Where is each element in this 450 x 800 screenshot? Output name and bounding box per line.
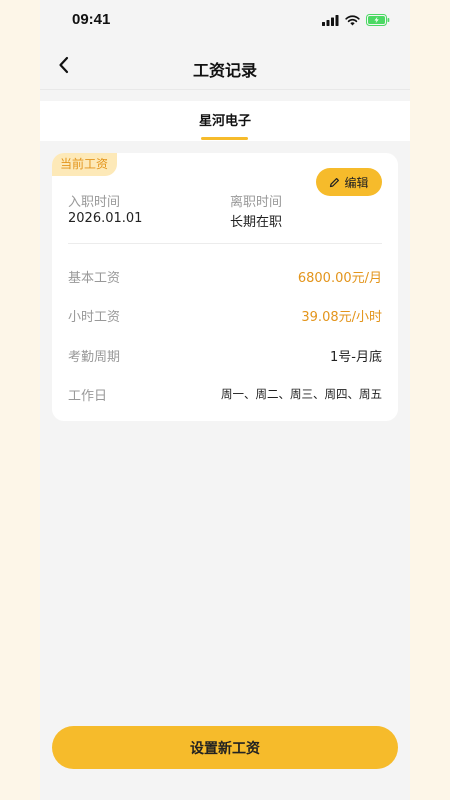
status-time: 09:41 — [72, 11, 111, 28]
leave-date-label: 离职时间 — [230, 195, 283, 210]
tab-indicator — [201, 137, 248, 140]
battery-icon — [366, 11, 390, 30]
set-new-salary-button[interactable]: 设置新工资 — [52, 726, 398, 769]
salary-row-attendance: 考勤周期 1号-月底 — [68, 345, 382, 365]
salary-row-hourly: 小时工资 39.08元/小时 — [68, 305, 382, 325]
row-value: 周一、周二、周三、周四、周五 — [221, 387, 382, 401]
page-title: 工资记录 — [192, 61, 257, 80]
pencil-icon — [330, 177, 340, 187]
row-value: 39.08元/小时 — [301, 309, 382, 325]
salary-row-base: 基本工资 6800.00元/月 — [68, 266, 382, 286]
row-label: 工作日 — [68, 388, 108, 404]
set-new-salary-label: 设置新工资 — [190, 740, 260, 757]
status-bar: 09:41 — [40, 0, 410, 40]
status-icons — [322, 13, 390, 27]
tab-company[interactable]: 星河电子 — [40, 110, 410, 129]
salary-row-workdays: 工作日 周一、周二、周三、周四、周五 — [68, 384, 382, 404]
row-label: 小时工资 — [68, 309, 121, 325]
edit-label: 编辑 — [344, 175, 369, 190]
company-tab-bar: 星河电子 — [40, 101, 410, 141]
edit-button[interactable]: 编辑 — [316, 168, 382, 196]
row-value: 1号-月底 — [330, 349, 382, 365]
leave-date-value: 长期在职 — [230, 215, 283, 230]
row-label: 基本工资 — [68, 270, 121, 286]
navigation-bar: 工资记录 — [40, 40, 410, 90]
current-salary-badge: 当前工资 — [52, 153, 118, 176]
cellular-signal-icon — [322, 11, 339, 30]
row-label: 考勤周期 — [68, 349, 121, 365]
nav-divider — [40, 89, 410, 90]
row-value: 6800.00元/月 — [297, 270, 382, 286]
entry-date-label: 入职时间 — [68, 195, 121, 210]
entry-date-value: 2026.01.01 — [68, 211, 143, 226]
phone-screen: 09:41 工资记录 星河电子 当前工资 编辑 入职时间 2026.01.01 … — [40, 0, 410, 800]
card-divider — [68, 243, 382, 244]
salary-card: 当前工资 编辑 入职时间 2026.01.01 离职时间 长期在职 基本工资 6… — [52, 153, 398, 421]
wifi-icon — [345, 11, 360, 30]
